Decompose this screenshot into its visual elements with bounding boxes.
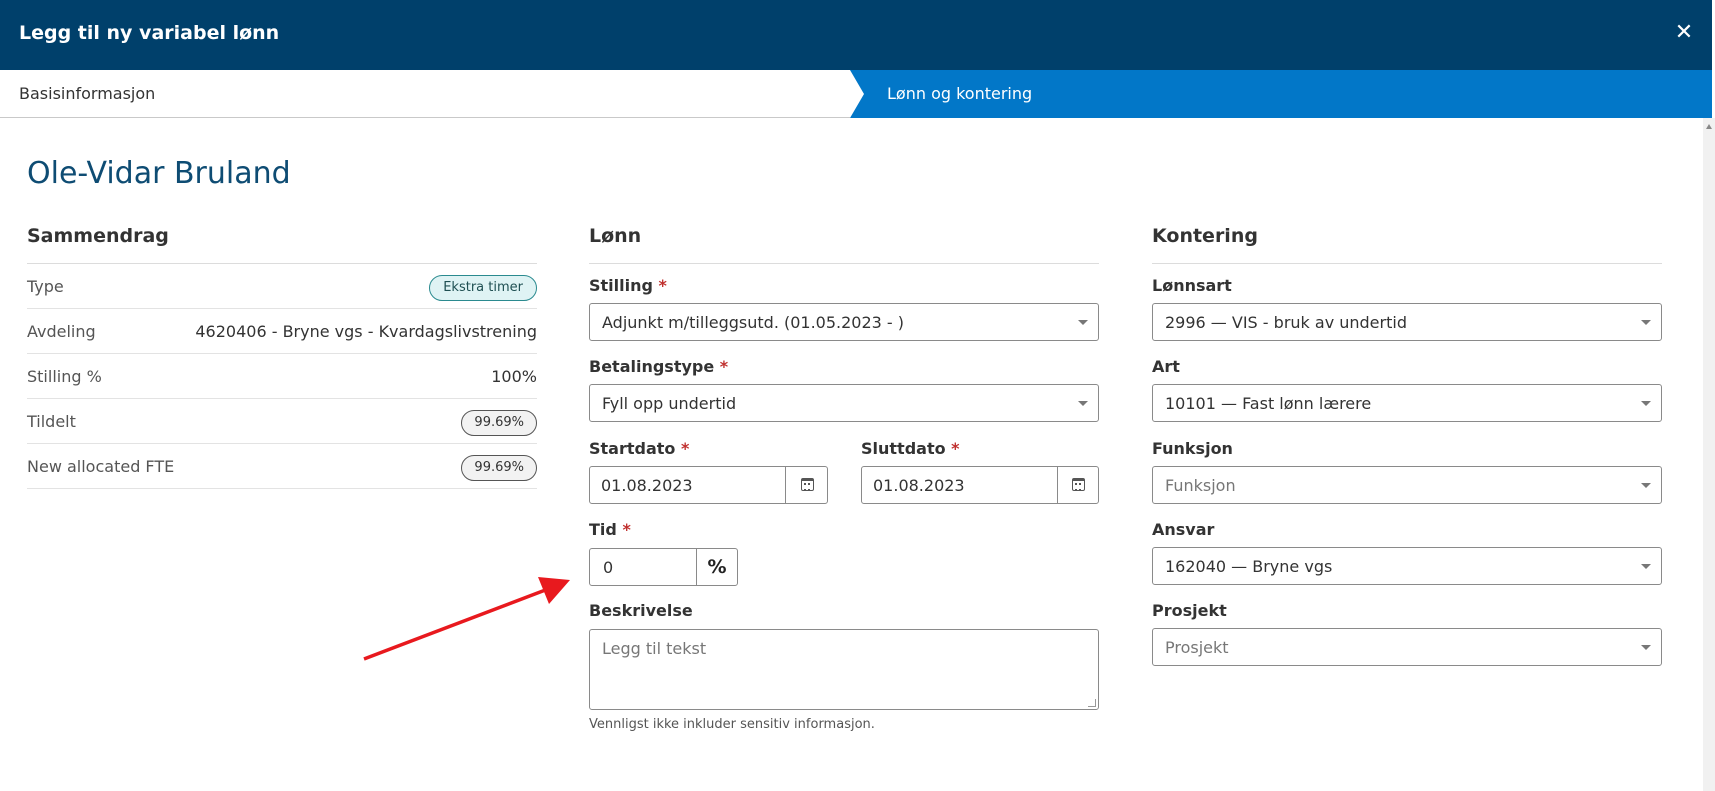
tid-input[interactable]: 0	[590, 549, 697, 585]
resize-handle[interactable]	[1088, 699, 1096, 707]
summary-value: 4620406 - Bryne vgs - Kvardagslivstrenin…	[195, 322, 537, 341]
summary-value: 100%	[491, 367, 537, 386]
summary-label: Type	[27, 277, 64, 296]
calendar-icon	[801, 478, 814, 491]
select-value: 10101 — Fast lønn lærere	[1165, 394, 1372, 413]
summary-label: Avdeling	[27, 322, 96, 341]
arrow-shaft	[363, 587, 549, 661]
select-value: 162040 — Bryne vgs	[1165, 557, 1333, 576]
label-text: Sluttdato	[861, 439, 946, 458]
summary-title: Sammendrag	[27, 225, 169, 247]
select-placeholder: Funksjon	[1165, 476, 1236, 495]
label-text: Tid	[589, 520, 617, 539]
tid-value: 0	[603, 558, 614, 577]
employee-name: Ole-Vidar Bruland	[27, 156, 291, 191]
divider	[589, 263, 1099, 264]
select-value: Adjunkt m/tilleggsutd. (01.05.2023 - )	[602, 313, 905, 332]
tid-label: Tid *	[589, 520, 631, 539]
fte-badge: 99.69%	[461, 455, 537, 481]
tildelt-badge: 99.69%	[461, 410, 537, 436]
chevron-down-icon	[1641, 320, 1651, 325]
beskrivelse-textarea[interactable]: Legg til tekst	[589, 629, 1099, 710]
select-value: 2996 — VIS - bruk av undertid	[1165, 313, 1407, 332]
betalingstype-select[interactable]: Fyll opp undertid	[589, 384, 1099, 422]
sluttdato-input[interactable]: 01.08.2023	[862, 467, 1058, 503]
chevron-down-icon	[1641, 401, 1651, 406]
required-marker: *	[658, 276, 667, 295]
stilling-label: Stilling *	[589, 276, 667, 295]
label-text: Startdato	[589, 439, 676, 458]
sluttdato-calendar-button[interactable]	[1058, 467, 1098, 503]
divider	[1152, 263, 1662, 264]
summary-row-new-allocated-fte: New allocated FTE 99.69%	[27, 444, 537, 489]
summary-row-avdeling: Avdeling 4620406 - Bryne vgs - Kvardagsl…	[27, 309, 537, 354]
startdato-label: Startdato *	[589, 439, 689, 458]
dialog-title: Legg til ny variabel lønn	[19, 22, 280, 44]
chevron-down-icon	[1078, 320, 1088, 325]
art-label: Art	[1152, 357, 1180, 376]
calendar-icon	[1072, 478, 1085, 491]
funksjon-select[interactable]: Funksjon	[1152, 466, 1662, 504]
prosjekt-select[interactable]: Prosjekt	[1152, 628, 1662, 666]
sluttdato-label: Sluttdato *	[861, 439, 960, 458]
tid-field: 0 %	[589, 548, 738, 586]
step-lonn-og-kontering[interactable]: Lønn og kontering	[850, 70, 1712, 118]
step-basisinformasjon[interactable]: Basisinformasjon	[19, 84, 155, 103]
kontering-title: Kontering	[1152, 225, 1258, 247]
scroll-up-icon[interactable]	[1706, 124, 1712, 129]
scrollbar[interactable]	[1703, 118, 1715, 791]
startdato-field: 01.08.2023	[589, 466, 828, 504]
date-value: 01.08.2023	[873, 476, 965, 495]
required-marker: *	[719, 357, 729, 376]
step-label: Lønn og kontering	[887, 84, 1033, 103]
lonn-title: Lønn	[589, 225, 642, 247]
startdato-calendar-button[interactable]	[787, 467, 827, 503]
label-text: Betalingstype	[589, 357, 715, 376]
step-chevron	[850, 70, 864, 118]
summary-row-type: Type Ekstra timer	[27, 264, 537, 309]
chevron-down-icon	[1641, 483, 1651, 488]
summary-label: Stilling %	[27, 367, 102, 386]
arrow-head	[538, 577, 570, 604]
label-text: Stilling	[589, 276, 653, 295]
textarea-placeholder: Legg til tekst	[602, 639, 707, 658]
wizard-steps: Basisinformasjon Lønn og kontering	[0, 70, 1712, 118]
chevron-down-icon	[1641, 564, 1651, 569]
lonnsart-label: Lønnsart	[1152, 276, 1232, 295]
required-marker: *	[951, 439, 960, 458]
ansvar-label: Ansvar	[1152, 520, 1215, 539]
betalingstype-label: Betalingstype *	[589, 357, 728, 376]
chevron-down-icon	[1641, 645, 1651, 650]
percent-icon: %	[707, 556, 727, 578]
close-icon[interactable]: ✕	[1672, 21, 1696, 45]
beskrivelse-hint: Vennligst ikke inkluder sensitiv informa…	[589, 717, 875, 732]
required-marker: *	[680, 439, 690, 458]
select-placeholder: Prosjekt	[1165, 638, 1229, 657]
summary-row-stilling: Stilling % 100%	[27, 354, 537, 399]
beskrivelse-label: Beskrivelse	[589, 601, 693, 620]
chevron-down-icon	[1078, 401, 1088, 406]
prosjekt-label: Prosjekt	[1152, 601, 1227, 620]
art-select[interactable]: 10101 — Fast lønn lærere	[1152, 384, 1662, 422]
summary-row-tildelt: Tildelt 99.69%	[27, 399, 537, 444]
select-value: Fyll opp undertid	[602, 394, 737, 413]
required-marker: *	[622, 520, 631, 539]
lonnsart-select[interactable]: 2996 — VIS - bruk av undertid	[1152, 303, 1662, 341]
ansvar-select[interactable]: 162040 — Bryne vgs	[1152, 547, 1662, 585]
summary-label: New allocated FTE	[27, 457, 175, 476]
type-badge: Ekstra timer	[429, 275, 537, 301]
stilling-select[interactable]: Adjunkt m/tilleggsutd. (01.05.2023 - )	[589, 303, 1099, 341]
dialog-header: Legg til ny variabel lønn ✕	[0, 0, 1712, 70]
funksjon-label: Funksjon	[1152, 439, 1233, 458]
sluttdato-field: 01.08.2023	[861, 466, 1099, 504]
startdato-input[interactable]: 01.08.2023	[590, 467, 786, 503]
date-value: 01.08.2023	[601, 476, 693, 495]
summary-label: Tildelt	[27, 412, 76, 431]
